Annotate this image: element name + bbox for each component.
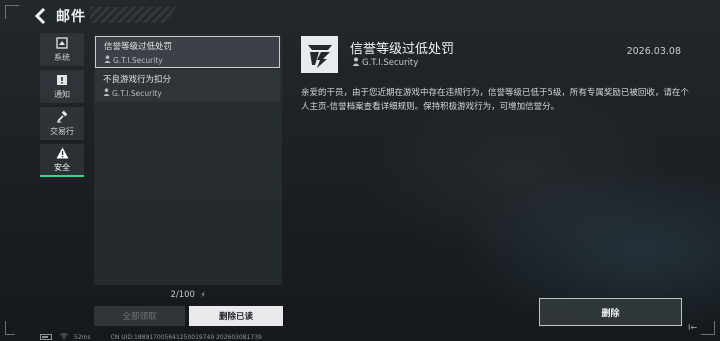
person-icon [104, 55, 111, 65]
mail-list-item[interactable]: 不良游戏行为扣分 G.T.I.Security [95, 70, 280, 102]
person-icon [352, 57, 360, 69]
notice-icon [56, 73, 68, 86]
uid-text: CN UID:188917005641250019749 20260308173… [110, 333, 262, 341]
corner-decoration [5, 321, 15, 335]
claim-all-button[interactable]: 全部领取 [94, 306, 185, 326]
corner-decoration [5, 5, 19, 19]
battery-icon [40, 334, 52, 340]
delete-button[interactable]: 删除 [539, 298, 682, 326]
sidebar-item-notice[interactable]: 通知 [40, 70, 84, 103]
header-stripe-decoration [90, 7, 176, 23]
ping-text: 52ms [74, 333, 91, 341]
mail-detail-sender: G.T.I.Security [352, 57, 418, 69]
sidebar-item-label: 通知 [54, 90, 70, 99]
cursor-icon: I← [688, 323, 698, 332]
mail-item-sender: G.T.I.Security [104, 55, 279, 65]
header: 邮件 [30, 7, 86, 25]
back-arrow-icon[interactable] [30, 7, 52, 25]
mail-item-sender-name: G.T.I.Security [113, 55, 163, 65]
mail-detail-date: 2026.03.08 [626, 46, 681, 57]
mail-item-title: 信誉等级过低处罚 [104, 42, 173, 52]
sidebar-item-label: 安全 [54, 163, 70, 172]
sidebar: 系统 通知 交易行 安全 [40, 33, 84, 181]
bolt-icon: ⚡ [200, 291, 206, 299]
mail-detail-body: 亲爱的干员，由于您近期在游戏中存在违规行为，信誉等级已低于5级，所有专属奖励已被… [301, 88, 689, 112]
wifi-icon [60, 333, 68, 341]
status-bar: 52ms CN UID:188917005641250019749 202603… [40, 333, 262, 341]
mail-list-item[interactable]: 信誉等级过低处罚 G.T.I.Security [95, 36, 280, 68]
mail-detail-title: 信誉等级过低处罚 [350, 42, 455, 57]
mail-detail-sender-name: G.T.I.Security [362, 58, 419, 68]
mail-item-sender-name: G.T.I.Security [112, 88, 162, 98]
mail-item-title: 不良游戏行为扣分 [103, 75, 172, 85]
sidebar-item-label: 交易行 [50, 127, 74, 136]
sidebar-item-security[interactable]: 安全 [40, 144, 84, 177]
security-emblem-icon [301, 36, 338, 73]
mail-count: 2/100 ⚡ [94, 290, 282, 300]
sidebar-item-trade[interactable]: 交易行 [40, 107, 84, 140]
system-icon [56, 36, 68, 49]
warning-icon [56, 146, 69, 159]
trade-icon [56, 110, 69, 123]
sidebar-item-system[interactable]: 系统 [40, 33, 84, 66]
mail-count-text: 2/100 [170, 290, 195, 300]
mail-item-sender: G.T.I.Security [103, 88, 280, 98]
delete-read-button[interactable]: 删除已读 [189, 306, 283, 326]
corner-decoration [701, 321, 715, 335]
page-title: 邮件 [56, 9, 86, 25]
person-icon [103, 88, 110, 98]
sidebar-item-label: 系统 [54, 53, 70, 62]
